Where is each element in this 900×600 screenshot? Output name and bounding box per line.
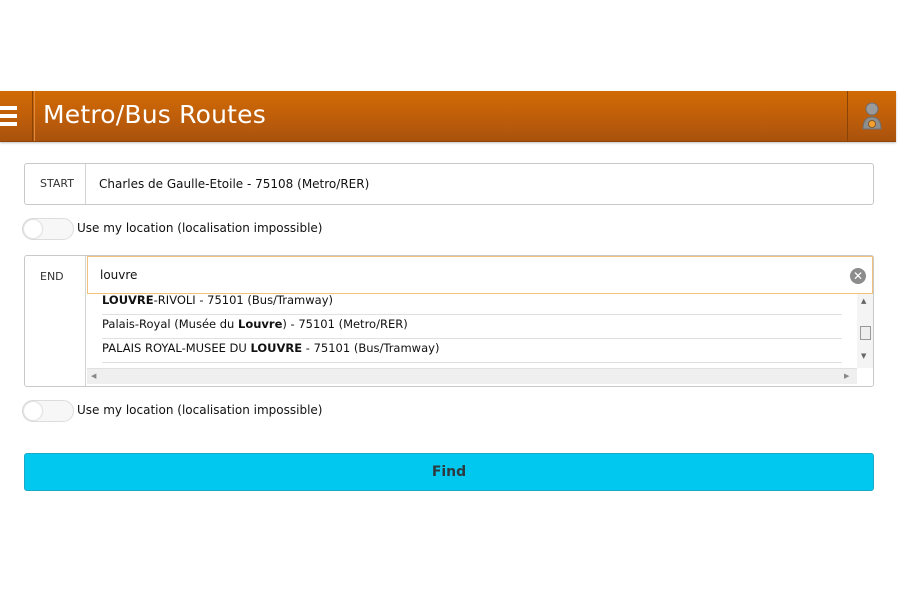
suggestion-item[interactable]: Palais-Royal (Musée du Louvre) - 75101 (… <box>102 314 842 339</box>
scroll-left-icon[interactable]: ◀ <box>91 372 96 380</box>
page-title: Metro/Bus Routes <box>34 91 266 141</box>
suggestion-list: LOUVRE-RIVOLI - 75101 (Bus/Tramway) Pala… <box>87 294 873 384</box>
hamburger-menu-icon[interactable] <box>0 91 33 141</box>
suggestion-suffix: - 75101 (Bus/Tramway) <box>302 341 440 355</box>
end-use-location-toggle[interactable] <box>22 400 74 422</box>
end-input-wrapper: ✕ <box>87 256 873 294</box>
suggestion-item[interactable]: PALAIS ROYAL-MUSEE DU LOUVRE - 75101 (Bu… <box>102 338 842 363</box>
toggle-knob <box>24 402 42 420</box>
end-label: END <box>25 256 86 386</box>
end-search-input[interactable] <box>100 257 840 293</box>
suggestion-match: LOUVRE <box>250 341 303 355</box>
start-station-value[interactable]: Charles de Gaulle-Etoile - 75108 (Metro/… <box>99 164 369 204</box>
user-profile-button[interactable] <box>847 91 896 141</box>
start-label: START <box>25 164 86 204</box>
toggle-knob <box>24 220 42 238</box>
vertical-scrollbar[interactable]: ▲ ▼ <box>857 294 873 368</box>
suggestion-prefix: Palais-Royal (Musée du <box>102 317 238 331</box>
scrollbar-thumb[interactable] <box>860 326 871 340</box>
start-field[interactable]: START Charles de Gaulle-Etoile - 75108 (… <box>24 163 874 205</box>
scroll-down-icon[interactable]: ▼ <box>861 352 866 360</box>
user-profile-icon <box>862 102 882 130</box>
start-use-location-label: Use my location (localisation impossible… <box>77 221 323 235</box>
scroll-up-icon[interactable]: ▲ <box>861 297 866 305</box>
horizontal-scrollbar[interactable]: ◀ ▶ <box>87 368 857 384</box>
start-use-location-toggle[interactable] <box>22 218 74 240</box>
scroll-right-icon[interactable]: ▶ <box>844 372 849 380</box>
app-header: Metro/Bus Routes <box>0 91 896 142</box>
end-field: END ✕ LOUVRE-RIVOLI - 75101 (Bus/Tramway… <box>24 255 874 387</box>
suggestion-match: LOUVRE <box>102 294 154 307</box>
suggestion-suffix: -RIVOLI - 75101 (Bus/Tramway) <box>153 294 333 307</box>
find-button[interactable]: Find <box>24 453 874 491</box>
suggestion-item[interactable]: LOUVRE-RIVOLI - 75101 (Bus/Tramway) <box>102 294 842 315</box>
suggestion-prefix: PALAIS ROYAL-MUSEE DU <box>102 341 251 355</box>
suggestion-suffix: ) - 75101 (Metro/RER) <box>282 317 408 331</box>
clear-x-icon[interactable]: ✕ <box>850 268 866 284</box>
end-use-location-label: Use my location (localisation impossible… <box>77 403 323 417</box>
suggestion-match: Louvre <box>238 317 283 331</box>
